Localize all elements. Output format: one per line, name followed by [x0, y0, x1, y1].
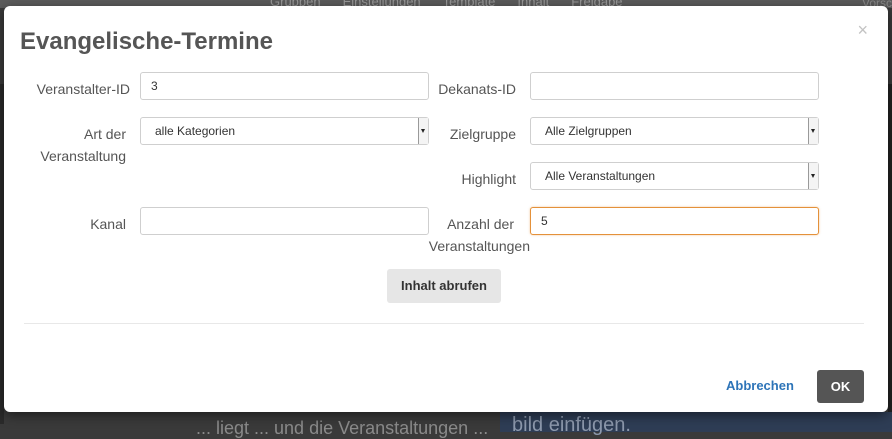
veranstalter-id-input[interactable]: 3: [140, 72, 429, 100]
veranstalter-id-label: Veranstalter-ID: [36, 81, 130, 97]
zielgruppe-select[interactable]: Alle Zielgruppen: [530, 117, 819, 145]
ok-button[interactable]: OK: [817, 370, 864, 403]
highlight-select[interactable]: Alle Veranstaltungen: [530, 162, 819, 190]
zielgruppe-value: Alle Zielgruppen: [545, 124, 632, 138]
kanal-label: Kanal: [90, 216, 126, 232]
modal-title: Evangelische-Termine: [20, 28, 273, 55]
anzahl-label: Anzahl der Veranstaltungen: [424, 213, 530, 257]
art-der-veranstaltung-value: alle Kategorien: [155, 124, 236, 138]
anzahl-label-line2: Veranstaltungen: [428, 238, 530, 254]
background-right-edge: [888, 84, 892, 424]
close-icon[interactable]: ×: [857, 21, 868, 39]
art-label-line2: Veranstaltung: [40, 148, 126, 164]
art-der-veranstaltung-select[interactable]: alle Kategorien: [140, 117, 429, 145]
highlight-value: Alle Veranstaltungen: [545, 169, 656, 183]
art-der-veranstaltung-label: Art der Veranstaltung: [24, 123, 126, 167]
kanal-input[interactable]: [140, 207, 429, 235]
art-label-line1: Art der: [83, 126, 126, 142]
fetch-content-button[interactable]: Inhalt abrufen: [387, 269, 501, 303]
dekanats-id-input[interactable]: [530, 72, 819, 100]
zielgruppe-label: Zielgruppe: [449, 126, 516, 142]
background-bottom-panel-text: bild einfügen.: [512, 414, 631, 436]
chevron-down-icon: [808, 163, 818, 189]
chevron-down-icon: [808, 118, 818, 144]
cancel-button[interactable]: Abbrechen: [726, 378, 794, 393]
anzahl-label-line1: Anzahl der: [447, 216, 514, 232]
dekanats-id-label: Dekanats-ID: [438, 81, 516, 97]
footer-divider: [24, 323, 864, 324]
highlight-label: Highlight: [461, 171, 516, 187]
modal-dialog: Evangelische-Termine × Veranstalter-ID 3…: [4, 6, 888, 412]
anzahl-input[interactable]: 5: [530, 207, 819, 235]
background-bottom-text: ... liegt ... und die Veranstaltungen ..…: [196, 418, 489, 438]
